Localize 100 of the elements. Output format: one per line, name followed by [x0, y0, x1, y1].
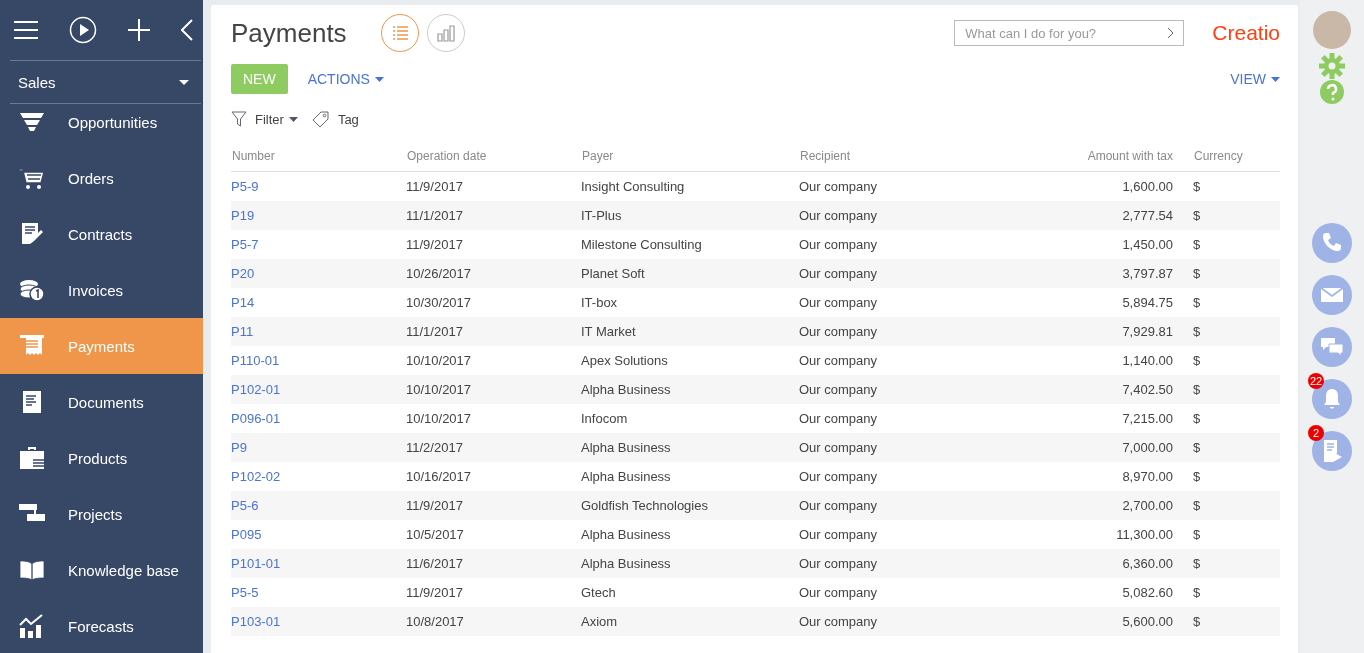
- user-avatar[interactable]: [1313, 11, 1351, 49]
- record-link[interactable]: P5-5: [231, 578, 406, 607]
- filter-button[interactable]: Filter: [255, 111, 298, 127]
- table-cell: Milestone Consulting: [581, 230, 799, 259]
- tag-button[interactable]: Tag: [337, 111, 359, 127]
- table-cell: 3,797.87: [979, 259, 1193, 288]
- play-icon[interactable]: [69, 16, 97, 44]
- table-cell: Our company: [799, 404, 979, 433]
- page-title: Payments: [231, 17, 347, 49]
- table-cell: 1,600.00: [979, 171, 1193, 201]
- notifications-button[interactable]: [1312, 379, 1352, 419]
- nav-item[interactable]: Forecasts: [0, 598, 203, 653]
- table-cell: Alpha Business: [581, 520, 799, 549]
- caret-icon: [179, 79, 189, 85]
- table-cell: 11/9/2017: [406, 578, 581, 607]
- nav-item[interactable]: Contracts: [0, 206, 203, 262]
- table-cell: Our company: [799, 375, 979, 404]
- column-header[interactable]: Number: [231, 141, 406, 172]
- table-cell: Apex Solutions: [581, 346, 799, 375]
- record-link[interactable]: P5-9: [231, 171, 406, 201]
- nav-item[interactable]: Knowledge base: [0, 542, 203, 598]
- table-cell: $: [1193, 578, 1280, 607]
- nav-item[interactable]: Projects: [0, 486, 203, 542]
- table-cell: 11/9/2017: [406, 230, 581, 259]
- record-link[interactable]: P20: [231, 259, 406, 288]
- record-link[interactable]: P9: [231, 433, 406, 462]
- table-cell: 2,700.00: [979, 491, 1193, 520]
- bar-chart-icon: [435, 24, 456, 42]
- table-cell: $: [1193, 171, 1280, 201]
- table-cell: Our company: [799, 288, 979, 317]
- actions-button[interactable]: ACTIONS: [307, 71, 384, 87]
- table-cell: $: [1193, 404, 1280, 433]
- help-icon[interactable]: [1319, 79, 1345, 105]
- table-cell: 11/1/2017: [406, 201, 581, 230]
- table-cell: 6,360.00: [979, 549, 1193, 578]
- record-link[interactable]: P102-02: [231, 462, 406, 491]
- record-link[interactable]: P5-6: [231, 491, 406, 520]
- table-cell: Alpha Business: [581, 375, 799, 404]
- filter-icon: [231, 111, 247, 127]
- count-badge: 2: [1308, 425, 1324, 441]
- table-cell: $: [1193, 346, 1280, 375]
- chevron-icon[interactable]: [1167, 27, 1175, 39]
- list-view-button[interactable]: [380, 14, 419, 52]
- record-link[interactable]: P11: [231, 317, 406, 346]
- chat-button[interactable]: [1312, 327, 1352, 367]
- column-header[interactable]: Payer: [581, 141, 799, 172]
- record-link[interactable]: P19: [231, 201, 406, 230]
- feed-button[interactable]: [1312, 431, 1352, 471]
- record-link[interactable]: P14: [231, 288, 406, 317]
- table-cell: 8,970.00: [979, 462, 1193, 491]
- table-cell: 5,894.75: [979, 288, 1193, 317]
- table-cell: Planet Soft: [581, 259, 799, 288]
- table-cell: 10/8/2017: [406, 607, 581, 636]
- view-button[interactable]: VIEW: [1230, 71, 1280, 87]
- record-link[interactable]: P101-01: [231, 549, 406, 578]
- caret-icon: [288, 116, 298, 122]
- workplace-dropdown[interactable]: Sales: [10, 61, 201, 104]
- coins-icon: [18, 278, 46, 302]
- table-cell: $: [1193, 520, 1280, 549]
- nav-item[interactable]: Documents: [0, 374, 203, 430]
- table-cell: 10/10/2017: [406, 404, 581, 433]
- add-icon[interactable]: [128, 19, 150, 41]
- record-link[interactable]: P103-01: [231, 607, 406, 636]
- table-cell: Our company: [799, 259, 979, 288]
- email-button[interactable]: [1312, 275, 1352, 315]
- nav-item[interactable]: Opportunities: [0, 104, 203, 150]
- table-cell: IT Market: [581, 317, 799, 346]
- table-cell: $: [1193, 230, 1280, 259]
- cart-icon: [18, 166, 46, 190]
- collapse-icon[interactable]: [181, 19, 193, 41]
- table-cell: Our company: [799, 520, 979, 549]
- record-link[interactable]: P096-01: [231, 404, 406, 433]
- record-link[interactable]: P102-01: [231, 375, 406, 404]
- phone-button[interactable]: [1312, 223, 1352, 263]
- tag-icon: [311, 111, 330, 127]
- record-link[interactable]: P110-01: [231, 346, 406, 375]
- menu-icon[interactable]: [14, 21, 38, 39]
- column-header[interactable]: Recipient: [799, 141, 979, 172]
- table-cell: 10/30/2017: [406, 288, 581, 317]
- record-link[interactable]: P095: [231, 520, 406, 549]
- nav-item[interactable]: Products: [0, 430, 203, 486]
- column-header[interactable]: Amount with tax: [979, 141, 1193, 172]
- table-cell: $: [1193, 259, 1280, 288]
- table-cell: Our company: [799, 607, 979, 636]
- nav-item[interactable]: Invoices: [0, 262, 203, 318]
- settings-icon[interactable]: [1319, 53, 1345, 79]
- column-header[interactable]: Operation date: [406, 141, 581, 172]
- record-link[interactable]: P5-7: [231, 230, 406, 259]
- table-cell: 10/16/2017: [406, 462, 581, 491]
- logo: Creatio: [1212, 21, 1280, 45]
- table-cell: $: [1193, 317, 1280, 346]
- chart-view-button[interactable]: [426, 14, 465, 52]
- nav-item[interactable]: Orders: [0, 150, 203, 206]
- search-field[interactable]: What can I do for you?: [954, 20, 1185, 46]
- column-header[interactable]: Currency: [1193, 141, 1280, 172]
- table-cell: Infocom: [581, 404, 799, 433]
- table-cell: 11/9/2017: [406, 171, 581, 201]
- table-cell: 11/9/2017: [406, 491, 581, 520]
- table-cell: $: [1193, 201, 1280, 230]
- receipt-icon: [18, 334, 46, 358]
